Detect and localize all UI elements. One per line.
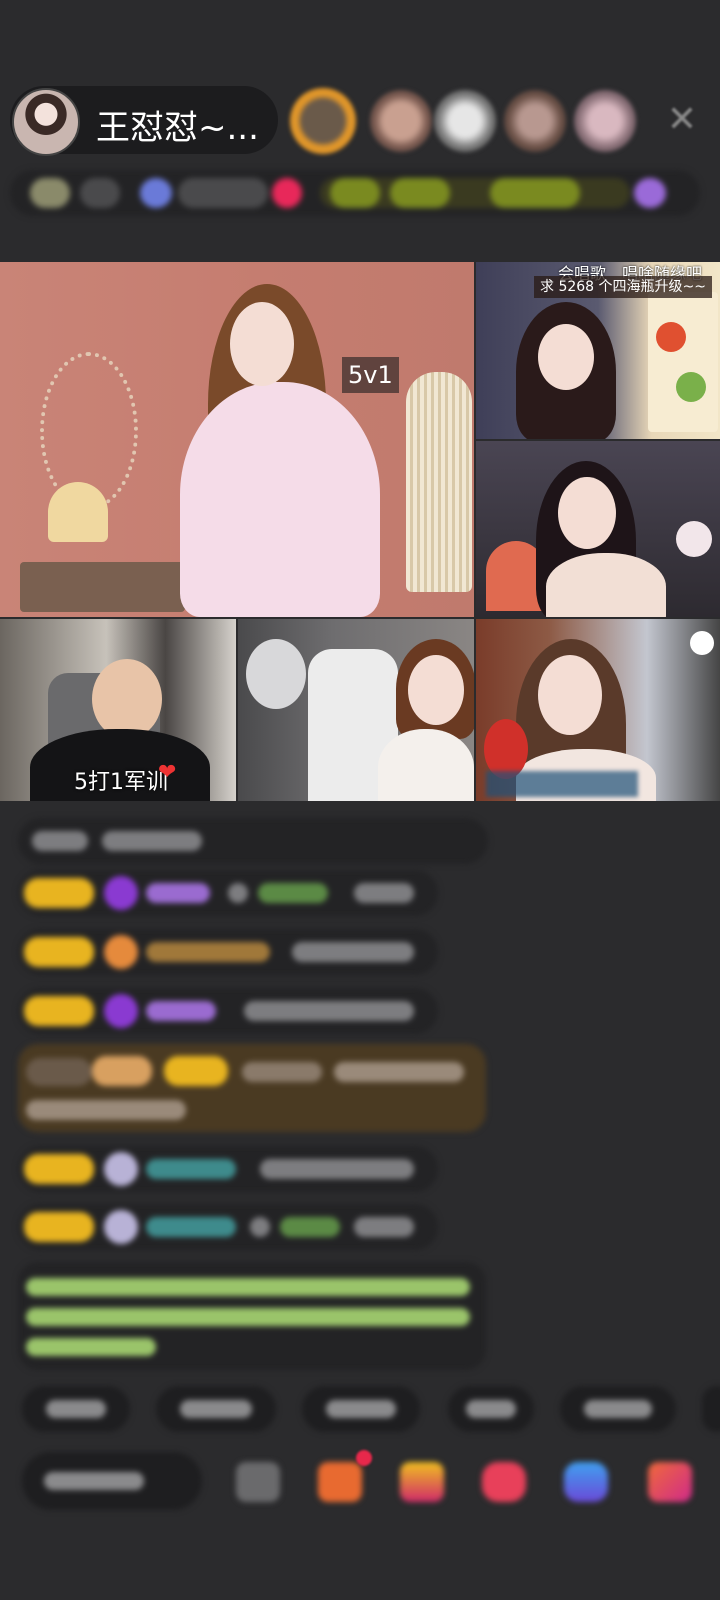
pk-mode-label: 5v1 [342, 357, 399, 393]
pk-video-grid: 会唱歌 唱啥随缘吧 求 5268 个四海瓶升级~~ [0, 262, 720, 801]
chat-message[interactable] [18, 1204, 438, 1250]
quick-reply-chip[interactable] [560, 1386, 676, 1432]
gift-icon[interactable] [648, 1462, 692, 1502]
quick-reply-chip[interactable] [448, 1386, 534, 1432]
tile-caption [486, 771, 638, 797]
heart-icon: ❤ [158, 760, 177, 785]
quick-reply-chip[interactable] [302, 1386, 420, 1432]
fan-club-icon[interactable] [482, 1462, 526, 1502]
video-tile-guest-1[interactable]: 会唱歌 唱啥随缘吧 求 5268 个四海瓶升级~~ [476, 262, 720, 439]
video-tile-guest-2[interactable] [476, 441, 720, 617]
video-tile-guest-5[interactable] [476, 619, 720, 801]
notification-dot [356, 1450, 372, 1466]
caption-goal: 求 5268 个四海瓶升级~~ [534, 276, 712, 298]
viewer-avatar[interactable] [504, 90, 566, 152]
treasure-icon[interactable] [400, 1462, 444, 1502]
close-icon[interactable]: ✕ [664, 102, 700, 138]
host-badges-row[interactable] [10, 170, 700, 216]
emoji-icon[interactable] [236, 1462, 280, 1502]
gift-box-icon[interactable] [318, 1462, 362, 1502]
quick-reply-chip[interactable] [156, 1386, 276, 1432]
quick-reply-chip[interactable] [22, 1386, 130, 1432]
quick-reply-chip[interactable] [702, 1386, 720, 1432]
chat-message[interactable] [18, 929, 438, 975]
chat-message[interactable] [18, 818, 488, 864]
chat-message[interactable] [18, 870, 438, 916]
chat-message[interactable] [18, 1146, 438, 1192]
viewer-avatar[interactable] [290, 88, 356, 154]
video-tile-guest-4[interactable] [238, 619, 474, 801]
system-announcement [18, 1262, 486, 1370]
video-tile-host[interactable] [0, 262, 474, 617]
host-name: 王怼怼~... [96, 108, 259, 148]
viewer-avatar[interactable] [434, 90, 496, 152]
chat-message[interactable] [18, 988, 438, 1034]
viewer-avatar[interactable] [574, 90, 636, 152]
host-info-pill[interactable]: 王怼怼~... [10, 86, 278, 156]
host-avatar[interactable] [12, 88, 80, 156]
chat-message-highlight[interactable] [18, 1044, 486, 1132]
host-caption-label: 5打1军训 [74, 770, 168, 795]
viewer-avatar[interactable] [370, 90, 432, 152]
game-icon[interactable] [564, 1462, 608, 1502]
chat-input[interactable] [22, 1452, 202, 1510]
